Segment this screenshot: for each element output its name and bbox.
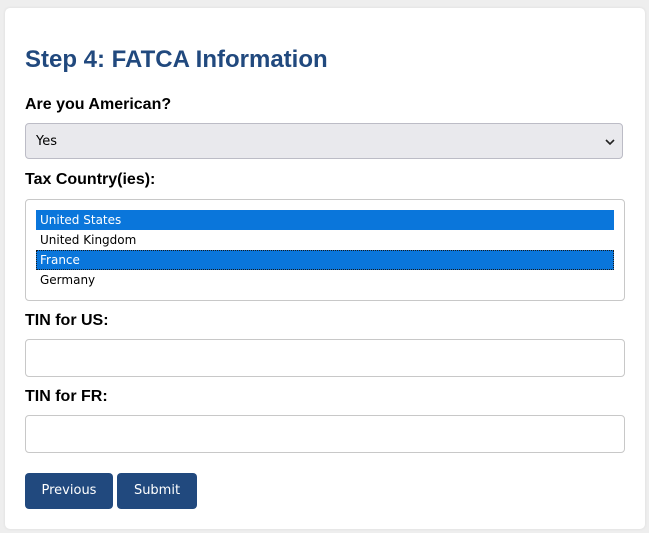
page-title: Step 4: FATCA Information [25, 46, 328, 73]
tax-countries-label: Tax Country(ies): [25, 171, 156, 188]
tax-country-option-uk[interactable]: United Kingdom [36, 230, 614, 250]
tax-country-option-france[interactable]: France [36, 250, 614, 270]
tin-fr-label: TIN for FR: [25, 388, 108, 405]
tin-us-input[interactable] [25, 339, 625, 377]
submit-button[interactable]: Submit [117, 473, 197, 509]
tax-country-option-germany[interactable]: Germany [36, 270, 614, 290]
tax-countries-listbox[interactable]: United States United Kingdom France Germ… [25, 199, 625, 301]
tin-fr-input[interactable] [25, 415, 625, 453]
american-select[interactable]: Yes [25, 123, 623, 159]
fatca-form-card: Step 4: FATCA Information Are you Americ… [5, 8, 645, 529]
tax-country-option-us[interactable]: United States [36, 210, 614, 230]
tin-us-label: TIN for US: [25, 312, 109, 329]
american-select-value: Yes [36, 134, 57, 149]
previous-button[interactable]: Previous [25, 473, 113, 509]
chevron-down-icon [605, 139, 615, 146]
american-question-label: Are you American? [25, 96, 172, 113]
